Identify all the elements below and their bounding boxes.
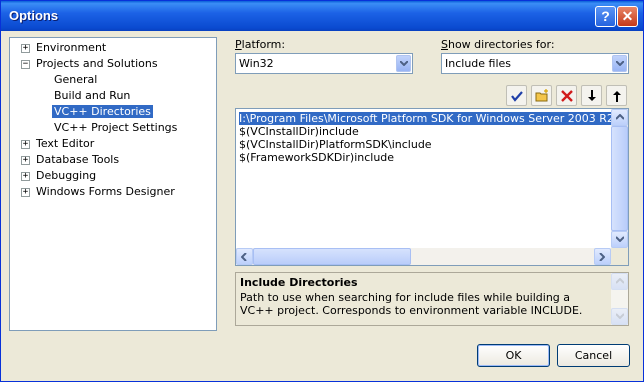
move-up-button[interactable] bbox=[606, 85, 627, 106]
vertical-scrollbar[interactable] bbox=[611, 109, 628, 248]
options-tree[interactable]: + Environment − Projects and Solutions G… bbox=[9, 37, 217, 331]
directories-list[interactable]: I:\Program Files\Microsoft Platform SDK … bbox=[235, 108, 629, 266]
apply-button[interactable] bbox=[506, 85, 527, 106]
tree-item-vc-directories[interactable]: VC++ Directories bbox=[51, 104, 154, 120]
checkmark-icon bbox=[511, 91, 523, 102]
list-item[interactable]: $(FrameworkSDKDir)include bbox=[239, 151, 394, 164]
help-button[interactable]: ? bbox=[595, 6, 616, 27]
description-panel: Include Directories Path to use when sea… bbox=[235, 272, 629, 326]
scroll-left-button[interactable] bbox=[236, 248, 253, 265]
horizontal-scrollbar[interactable] bbox=[236, 248, 611, 265]
scroll-down-icon bbox=[616, 236, 624, 242]
tree-item-label: Environment bbox=[36, 41, 107, 54]
tree-item-label: Database Tools bbox=[36, 153, 120, 166]
tree-item-label: Projects and Solutions bbox=[36, 57, 158, 70]
scroll-up-button[interactable] bbox=[611, 273, 628, 290]
scroll-right-icon bbox=[599, 253, 605, 261]
expand-icon[interactable]: + bbox=[21, 172, 30, 181]
close-button[interactable]: ✕ bbox=[617, 6, 638, 27]
cancel-button[interactable]: Cancel bbox=[557, 344, 630, 367]
tree-item-label: General bbox=[54, 73, 98, 86]
platform-value: Win32 bbox=[239, 57, 274, 70]
tree-item-build-and-run[interactable]: Build and Run bbox=[52, 88, 132, 104]
scroll-down-button[interactable] bbox=[611, 231, 628, 248]
description-scrollbar[interactable] bbox=[611, 273, 628, 325]
platform-label: Platform: bbox=[235, 38, 286, 51]
tree-item-label: Windows Forms Designer bbox=[36, 185, 175, 198]
expand-icon[interactable]: + bbox=[21, 188, 30, 197]
close-icon: ✕ bbox=[621, 8, 634, 24]
chevron-down-icon[interactable] bbox=[612, 55, 627, 72]
scroll-down-button[interactable] bbox=[611, 308, 628, 325]
move-up-icon bbox=[613, 91, 621, 102]
move-down-button[interactable] bbox=[581, 85, 602, 106]
platform-select[interactable]: Win32 bbox=[235, 53, 413, 74]
list-item[interactable]: $(VCInstallDir)PlatformSDK\include bbox=[239, 138, 432, 151]
new-folder-icon bbox=[535, 89, 548, 102]
show-directories-value: Include files bbox=[445, 57, 512, 70]
chevron-down-icon[interactable] bbox=[396, 55, 411, 72]
tree-item-general[interactable]: General bbox=[52, 72, 99, 88]
description-text: Path to use when searching for include f… bbox=[240, 291, 583, 317]
ok-button[interactable]: OK bbox=[477, 344, 550, 367]
show-directories-select[interactable]: Include files bbox=[441, 53, 629, 74]
tree-item-label: Debugging bbox=[36, 169, 97, 182]
new-line-button[interactable] bbox=[531, 85, 552, 106]
expand-icon[interactable]: + bbox=[21, 156, 30, 165]
scroll-down-icon bbox=[616, 313, 624, 319]
list-item[interactable]: $(VCInstallDir)include bbox=[239, 125, 359, 138]
delete-button[interactable] bbox=[556, 85, 577, 106]
tree-item-label: Build and Run bbox=[54, 89, 131, 102]
tree-item-label: Text Editor bbox=[36, 137, 95, 150]
expand-icon[interactable]: + bbox=[21, 44, 30, 53]
tree-item-label: VC++ Directories bbox=[51, 104, 154, 119]
options-dialog: Options ? ✕ + Environment − Projects and… bbox=[0, 0, 644, 382]
scroll-right-button[interactable] bbox=[594, 248, 611, 265]
expand-icon[interactable]: + bbox=[21, 140, 30, 149]
tree-item-label: VC++ Project Settings bbox=[54, 121, 178, 134]
list-item[interactable]: I:\Program Files\Microsoft Platform SDK … bbox=[239, 112, 611, 125]
help-icon: ? bbox=[601, 8, 610, 24]
collapse-icon[interactable]: − bbox=[21, 60, 30, 69]
show-directories-label: Show directories for: bbox=[441, 38, 555, 51]
move-down-icon bbox=[588, 90, 596, 101]
scroll-up-icon bbox=[616, 278, 624, 284]
description-title: Include Directories bbox=[240, 276, 358, 289]
scroll-up-icon bbox=[616, 114, 624, 120]
scroll-left-icon bbox=[241, 253, 247, 261]
horizontal-scroll-thumb[interactable] bbox=[253, 248, 411, 265]
vertical-scroll-thumb[interactable] bbox=[611, 126, 628, 231]
scroll-corner bbox=[611, 248, 628, 265]
delete-icon bbox=[561, 90, 573, 102]
tree-item-vc-project-settings[interactable]: VC++ Project Settings bbox=[52, 120, 179, 136]
scroll-up-button[interactable] bbox=[611, 109, 628, 126]
dialog-title: Options bbox=[9, 8, 59, 23]
title-bar[interactable]: Options ? ✕ bbox=[1, 1, 643, 31]
